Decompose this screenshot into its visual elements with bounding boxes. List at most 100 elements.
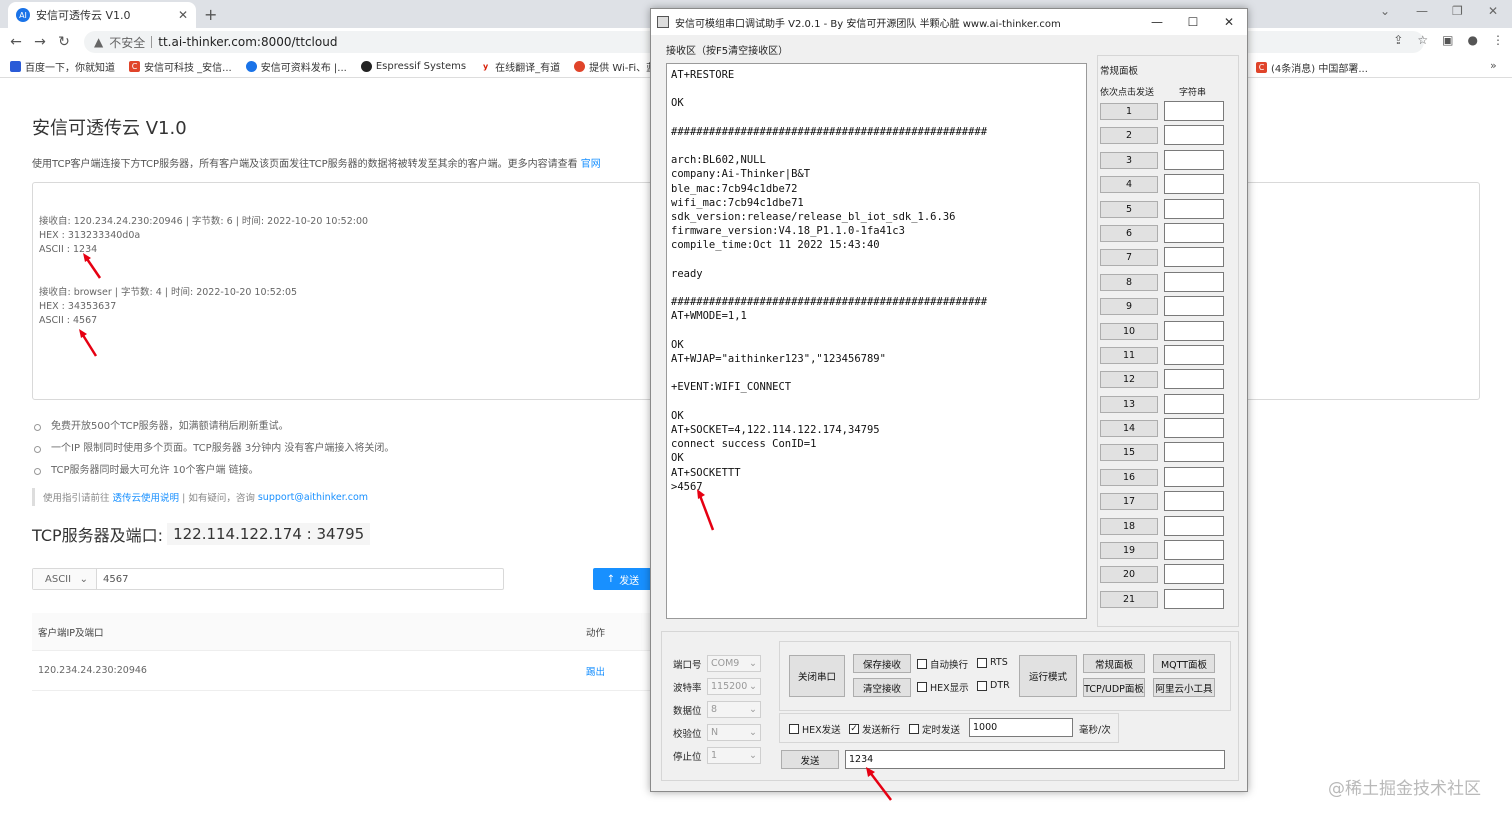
clear-receive-button[interactable]: 清空接收 <box>853 678 911 697</box>
databits-select[interactable]: 8 ⌄ <box>707 701 761 718</box>
sidepanel-icon[interactable]: ▣ <box>1442 33 1453 47</box>
panel-send-button[interactable]: 2 <box>1100 127 1158 145</box>
minimize-icon[interactable]: — <box>1416 4 1428 18</box>
panel-send-button[interactable]: 12 <box>1100 371 1158 389</box>
panel-send-button[interactable]: 19 <box>1100 542 1158 560</box>
timed-send-checkbox[interactable]: 定时发送 <box>909 722 960 736</box>
share-icon[interactable]: ⇪ <box>1393 33 1403 47</box>
send-newline-checkbox[interactable]: ✓ 发送新行 <box>849 722 900 736</box>
panel-string-input[interactable] <box>1164 247 1224 268</box>
close-window-icon[interactable]: ✕ <box>1488 4 1498 18</box>
serial-receive-textarea[interactable]: AT+RESTORE OK ##########################… <box>666 63 1087 619</box>
menu-icon[interactable]: ⋮ <box>1492 33 1504 47</box>
panel-string-input[interactable] <box>1164 320 1224 341</box>
auto-wrap-checkbox[interactable]: 自动换行 <box>917 657 968 671</box>
panel-string-input[interactable] <box>1164 174 1224 195</box>
panel-string-input[interactable] <box>1164 418 1224 439</box>
dtr-checkbox[interactable]: DTR <box>977 680 1010 691</box>
panel-send-button[interactable]: 20 <box>1100 566 1158 584</box>
panel-send-button[interactable]: 4 <box>1100 176 1158 194</box>
panel-send-button[interactable]: 1 <box>1100 103 1158 120</box>
mqtt-panel-button[interactable]: MQTT面板 <box>1153 654 1215 673</box>
panel-string-input[interactable] <box>1164 271 1224 292</box>
panel-send-button[interactable]: 8 <box>1100 273 1158 291</box>
panel-string-input[interactable] <box>1164 222 1224 243</box>
panel-send-button[interactable]: 5 <box>1100 200 1158 218</box>
serial-tool-window: 安信可模组串口调试助手 V2.0.1 - By 安信可开源团队 半颗心脏 www… <box>650 8 1248 792</box>
minimize-icon[interactable]: — <box>1139 9 1175 35</box>
close-port-button[interactable]: 关闭串口 <box>789 655 845 697</box>
bookmark-item[interactable]: y 在线翻译_有道 <box>480 59 560 74</box>
star-icon[interactable]: ☆ <box>1417 33 1428 47</box>
panel-string-input[interactable] <box>1164 369 1224 390</box>
official-site-link[interactable]: 官网 <box>581 159 601 170</box>
support-email-link[interactable]: support@aithinker.com <box>258 492 368 503</box>
panel-string-input[interactable] <box>1164 149 1224 170</box>
hex-send-checkbox[interactable]: HEX发送 <box>789 722 841 736</box>
bookmark-item[interactable]: C (4条消息) 中国部署... <box>1256 60 1368 75</box>
panel-send-button[interactable]: 6 <box>1100 224 1158 242</box>
run-mode-button[interactable]: 运行模式 <box>1019 655 1077 697</box>
panel-string-input[interactable] <box>1164 101 1224 121</box>
panel-string-input[interactable] <box>1164 393 1224 414</box>
serial-send-button[interactable]: 发送 <box>781 750 839 769</box>
save-receive-button[interactable]: 保存接收 <box>853 654 911 673</box>
bookmark-item[interactable]: Espressif Systems <box>360 61 466 72</box>
config-value: 1 <box>711 750 718 761</box>
panel-string-input[interactable] <box>1164 442 1224 463</box>
panel-send-button[interactable]: 13 <box>1100 395 1158 413</box>
panel-string-input[interactable] <box>1164 466 1224 487</box>
panel-string-input[interactable] <box>1164 491 1224 512</box>
new-tab-icon[interactable]: + <box>204 5 217 24</box>
hex-display-checkbox[interactable]: HEX显示 <box>917 680 969 694</box>
bookmark-item[interactable]: 安信可资料发布 |... <box>245 59 347 74</box>
forward-icon[interactable]: → <box>28 34 52 50</box>
panel-send-button[interactable]: 7 <box>1100 249 1158 267</box>
panel-send-button[interactable]: 17 <box>1100 493 1158 511</box>
stopbits-select[interactable]: 1 ⌄ <box>707 747 761 764</box>
panel-send-button[interactable]: 15 <box>1100 444 1158 462</box>
panel-send-button[interactable]: 11 <box>1100 346 1158 364</box>
panel-string-input[interactable] <box>1164 564 1224 585</box>
web-send-button[interactable]: ↑ 发送 <box>593 568 653 590</box>
baud-select[interactable]: 115200 ⌄ <box>707 678 761 695</box>
panel-send-button[interactable]: 16 <box>1100 468 1158 486</box>
panel-string-input[interactable] <box>1164 344 1224 365</box>
usage-guide-link[interactable]: 透传云使用说明 <box>113 490 180 504</box>
parity-select[interactable]: N ⌄ <box>707 724 761 741</box>
panel-string-input[interactable] <box>1164 540 1224 561</box>
reload-icon[interactable]: ↻ <box>52 34 76 50</box>
web-send-input[interactable]: 4567 <box>97 569 503 589</box>
panel-string-input[interactable] <box>1164 125 1224 146</box>
bookmark-item[interactable]: 百度一下，你就知道 <box>10 59 115 74</box>
panel-string-input[interactable] <box>1164 515 1224 536</box>
panel-send-button[interactable]: 18 <box>1100 517 1158 535</box>
kick-client-link[interactable]: 踢出 <box>586 651 605 690</box>
rts-checkbox[interactable]: RTS <box>977 657 1008 668</box>
serial-send-input[interactable]: 1234 <box>845 750 1225 769</box>
encoding-select[interactable]: ASCII ⌄ <box>33 569 97 589</box>
panel-send-button[interactable]: 3 <box>1100 151 1158 169</box>
panel-send-button[interactable]: 10 <box>1100 322 1158 340</box>
panel-string-input[interactable] <box>1164 198 1224 219</box>
browser-tab[interactable]: AI 安信可透传云 V1.0 ✕ <box>8 2 196 28</box>
chevron-down-icon[interactable]: ⌄ <box>1380 4 1390 18</box>
port-select[interactable]: COM9 ⌄ <box>707 655 761 672</box>
bookmark-item[interactable]: C 安信可科技 _安信... <box>129 59 232 74</box>
aliyun-tool-button[interactable]: 阿里云小工具 <box>1153 678 1215 697</box>
panel-string-input[interactable] <box>1164 588 1224 609</box>
more-bookmarks-icon[interactable]: » <box>1490 59 1497 72</box>
maximize-icon[interactable]: ☐ <box>1175 9 1211 35</box>
profile-icon[interactable]: ● <box>1468 33 1478 47</box>
panel-send-button[interactable]: 21 <box>1100 590 1158 608</box>
back-icon[interactable]: ← <box>4 34 28 50</box>
close-icon[interactable]: ✕ <box>1211 9 1247 35</box>
normal-panel-button[interactable]: 常规面板 <box>1083 654 1145 673</box>
panel-string-input[interactable] <box>1164 296 1224 317</box>
tcp-udp-panel-button[interactable]: TCP/UDP面板 <box>1083 678 1145 697</box>
interval-input[interactable]: 1000 <box>969 718 1073 737</box>
restore-icon[interactable]: ❐ <box>1452 4 1463 18</box>
panel-send-button[interactable]: 14 <box>1100 420 1158 438</box>
panel-send-button[interactable]: 9 <box>1100 298 1158 316</box>
close-tab-icon[interactable]: ✕ <box>178 8 188 22</box>
